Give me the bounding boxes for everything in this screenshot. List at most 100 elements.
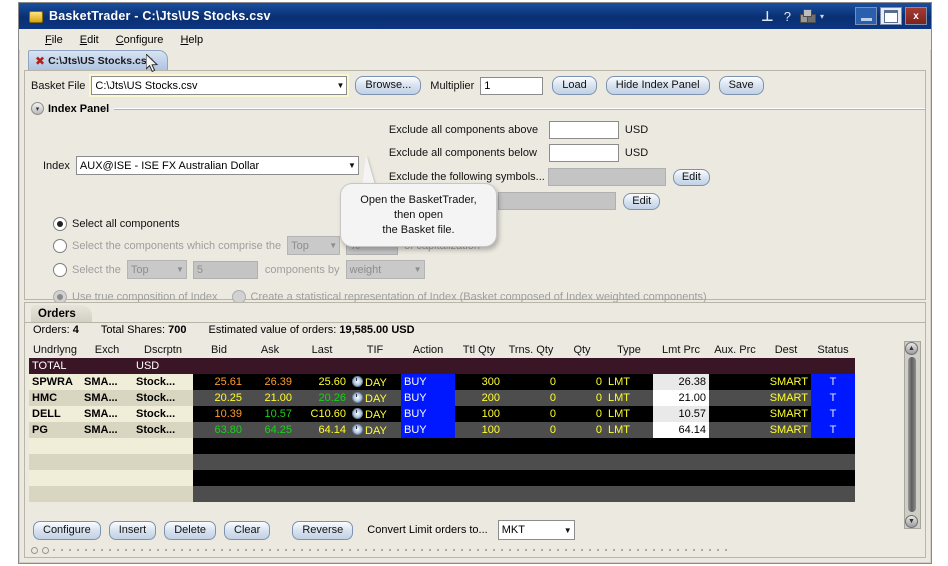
chevron-down-icon[interactable]: ▼ <box>564 526 572 535</box>
table-row[interactable]: PG SMA... Stock... 63.80 64.25 64.14 DAY BUY 100… <box>29 422 855 438</box>
cell-trns-qty[interactable]: 0 <box>503 374 559 390</box>
collapse-toggle-icon[interactable]: ▾ <box>31 102 44 115</box>
cell-type[interactable]: LMT <box>605 374 653 390</box>
multiplier-input[interactable]: 1 <box>480 76 544 95</box>
basket-file-combo[interactable]: C:\Jts\US Stocks.csv ▼ <box>91 76 348 95</box>
cell-ask[interactable]: 64.25 <box>245 422 295 438</box>
cell-ttl-qty[interactable]: 100 <box>455 422 503 438</box>
cell-undrlyng[interactable]: PG <box>29 422 81 438</box>
cell-action[interactable]: BUY <box>401 374 455 390</box>
col-tif[interactable]: TIF <box>349 341 401 358</box>
cell-tif[interactable]: DAY <box>349 406 401 422</box>
cell-type[interactable]: LMT <box>605 390 653 406</box>
cell-aux-prc[interactable] <box>709 406 761 422</box>
exclude-below-input[interactable] <box>548 144 619 162</box>
reverse-button[interactable]: Reverse <box>292 520 354 540</box>
col-status[interactable]: Status <box>811 341 855 358</box>
cell-ttl-qty[interactable]: 200 <box>455 390 503 406</box>
menu-item-edit[interactable]: Edit <box>80 34 99 46</box>
cell-lmt-prc[interactable]: 21.00 <box>653 390 709 406</box>
cell-bid[interactable]: 25.61 <box>193 374 245 390</box>
cell-bid[interactable]: 20.25 <box>193 390 245 406</box>
cell-trns-qty[interactable]: 0 <box>503 390 559 406</box>
menu-item-help[interactable]: Help <box>180 34 203 46</box>
close-icon[interactable]: ✖ <box>35 54 45 68</box>
radio-select-comprise[interactable] <box>53 238 67 253</box>
cell-type[interactable]: LMT <box>605 406 653 422</box>
top-count-input[interactable]: 5 <box>192 260 258 279</box>
exclude-above-input[interactable] <box>548 121 619 139</box>
col-dest[interactable]: Dest <box>761 341 811 358</box>
cell-dscrptn[interactable]: Stock... <box>133 390 193 406</box>
cell-dscrptn[interactable]: Stock... <box>133 406 193 422</box>
chevron-down-icon[interactable]: ▼ <box>329 241 337 250</box>
delete-button[interactable]: Delete <box>164 520 217 540</box>
col-dscrptn[interactable]: Dscrptn <box>133 341 193 358</box>
cell-type[interactable]: LMT <box>605 422 653 438</box>
pin-icon[interactable]: ⊥ <box>761 9 774 23</box>
cell-dest[interactable]: SMART <box>761 406 811 422</box>
table-empty-row[interactable] <box>29 454 855 470</box>
minimize-button[interactable] <box>855 7 877 25</box>
col-bid[interactable]: Bid <box>193 341 245 358</box>
col-last[interactable]: Last <box>295 341 349 358</box>
cell-action[interactable]: BUY <box>401 390 455 406</box>
cell-ask[interactable]: 10.57 <box>245 406 295 422</box>
cell-ask[interactable]: 26.39 <box>245 374 295 390</box>
cell-aux-prc[interactable] <box>709 390 761 406</box>
radio-select-all[interactable] <box>53 217 67 231</box>
menu-item-file[interactable]: File <box>45 34 63 46</box>
chevron-down-icon[interactable]: ▼ <box>176 265 184 274</box>
insert-button[interactable]: Insert <box>108 520 157 540</box>
preferred-exchanges-edit-button[interactable]: Edit <box>623 192 661 210</box>
col-exch[interactable]: Exch <box>81 341 133 358</box>
cell-qty[interactable]: 0 <box>559 406 605 422</box>
top-combo[interactable]: Top ▼ <box>126 260 187 279</box>
exclude-symbols-edit-button[interactable]: Edit <box>672 168 710 186</box>
orders-section-tab[interactable]: Orders <box>31 305 92 322</box>
table-empty-row[interactable] <box>29 438 855 454</box>
cell-tif[interactable]: DAY <box>349 374 401 390</box>
cell-undrlyng[interactable]: DELL <box>29 406 81 422</box>
cell-last[interactable]: 25.60 <box>295 374 349 390</box>
cell-status[interactable]: T <box>811 406 855 422</box>
convert-limit-combo[interactable]: MKT ▼ <box>497 520 575 540</box>
cell-dscrptn[interactable]: Stock... <box>133 374 193 390</box>
cell-trns-qty[interactable]: 0 <box>503 406 559 422</box>
cell-exch[interactable]: SMA... <box>81 422 133 438</box>
hide-index-panel-button[interactable]: Hide Index Panel <box>605 76 710 95</box>
cell-undrlyng[interactable]: HMC <box>29 390 81 406</box>
cell-qty[interactable]: 0 <box>559 422 605 438</box>
close-button[interactable]: x <box>905 7 927 25</box>
cell-qty[interactable]: 0 <box>559 374 605 390</box>
cell-exch[interactable]: SMA... <box>81 406 133 422</box>
cell-action[interactable]: BUY <box>401 406 455 422</box>
cell-last[interactable]: 20.26 <box>295 390 349 406</box>
cell-last[interactable]: C10.60 <box>295 406 349 422</box>
select-top-option[interactable]: Select the Top ▼ 5 components by weight … <box>25 255 925 279</box>
top-weight-combo[interactable]: weight ▼ <box>345 260 425 279</box>
cell-aux-prc[interactable] <box>709 422 761 438</box>
preferred-exchanges-input[interactable] <box>498 192 617 210</box>
blocks-icon[interactable] <box>799 9 818 23</box>
table-empty-row[interactable] <box>29 486 855 502</box>
col-ask[interactable]: Ask <box>245 341 295 358</box>
cell-status[interactable]: T <box>811 422 855 438</box>
chevron-down-icon[interactable]: ▾ <box>820 12 824 21</box>
cell-ttl-qty[interactable]: 100 <box>455 406 503 422</box>
cell-status[interactable]: T <box>811 390 855 406</box>
cell-exch[interactable]: SMA... <box>81 374 133 390</box>
browse-button[interactable]: Browse... <box>355 76 422 95</box>
table-row[interactable]: SPWRA SMA... Stock... 25.61 26.39 25.60 DAY BUY… <box>29 374 855 390</box>
comprise-top-combo[interactable]: Top ▼ <box>287 236 341 255</box>
clear-button[interactable]: Clear <box>224 520 271 540</box>
col-trns-qty[interactable]: Trns. Qty <box>503 341 559 358</box>
scrollbar-thumb[interactable] <box>908 357 916 512</box>
maximize-button[interactable] <box>880 7 902 25</box>
cell-lmt-prc[interactable]: 26.38 <box>653 374 709 390</box>
scroll-up-button[interactable]: ▲ <box>905 342 918 355</box>
cell-action[interactable]: BUY <box>401 422 455 438</box>
chevron-down-icon[interactable]: ▼ <box>414 265 422 274</box>
help-icon[interactable]: ? <box>784 10 791 23</box>
cell-dest[interactable]: SMART <box>761 390 811 406</box>
